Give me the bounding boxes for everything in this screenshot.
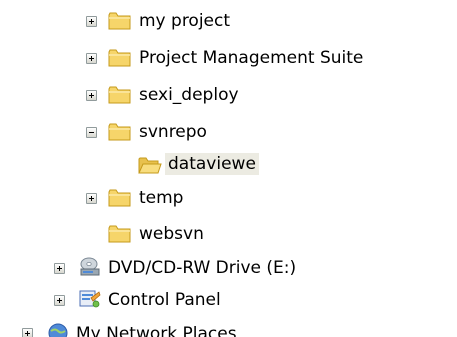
- tree-item-dataviewe[interactable]: dataviewe: [0, 148, 457, 180]
- tree-item-label: DVD/CD-RW Drive (E:): [108, 258, 297, 278]
- tree-item-my-network-places[interactable]: My Network Places: [0, 318, 457, 337]
- open-folder-icon: [138, 155, 162, 175]
- tree-item-websvn[interactable]: websvn: [0, 218, 457, 250]
- tree-item-control-panel[interactable]: Control Panel: [0, 284, 457, 316]
- tree-item-label: Control Panel: [108, 290, 221, 310]
- folder-icon: [108, 122, 132, 142]
- folder-icon: [108, 224, 132, 244]
- tree-item-dvd-drive[interactable]: DVD/CD-RW Drive (E:): [0, 252, 457, 284]
- control-panel-icon: [78, 288, 102, 308]
- tree-item-project-management-suite[interactable]: Project Management Suite: [0, 42, 457, 74]
- folder-icon: [108, 85, 132, 105]
- tree-item-label: My Network Places: [76, 324, 237, 337]
- expand-plus-icon[interactable]: [54, 263, 65, 274]
- network-places-icon: [46, 322, 70, 337]
- tree-item-svnrepo[interactable]: svnrepo: [0, 116, 457, 148]
- tree-item-label: my project: [139, 11, 231, 31]
- expand-plus-icon[interactable]: [86, 16, 97, 27]
- tree-item-temp[interactable]: temp: [0, 182, 457, 214]
- expand-plus-icon[interactable]: [54, 295, 65, 306]
- collapse-minus-icon[interactable]: [86, 127, 97, 138]
- tree-item-my-project[interactable]: my project: [0, 5, 457, 37]
- folder-icon: [108, 11, 132, 31]
- expand-plus-icon[interactable]: [86, 53, 97, 64]
- tree-item-label: temp: [139, 188, 184, 208]
- tree-item-label: Project Management Suite: [139, 48, 364, 68]
- folder-icon: [108, 188, 132, 208]
- tree-item-sexi-deploy[interactable]: sexi_deploy: [0, 79, 457, 111]
- expand-plus-icon[interactable]: [86, 90, 97, 101]
- tree-item-label: sexi_deploy: [139, 85, 239, 105]
- tree-item-label: svnrepo: [139, 122, 207, 142]
- tree-item-label: websvn: [139, 224, 204, 244]
- expand-plus-icon[interactable]: [22, 328, 33, 337]
- expand-plus-icon[interactable]: [86, 193, 97, 204]
- dvd-drive-icon: [78, 256, 102, 276]
- folder-icon: [108, 48, 132, 68]
- tree-item-label: dataviewe: [165, 153, 259, 175]
